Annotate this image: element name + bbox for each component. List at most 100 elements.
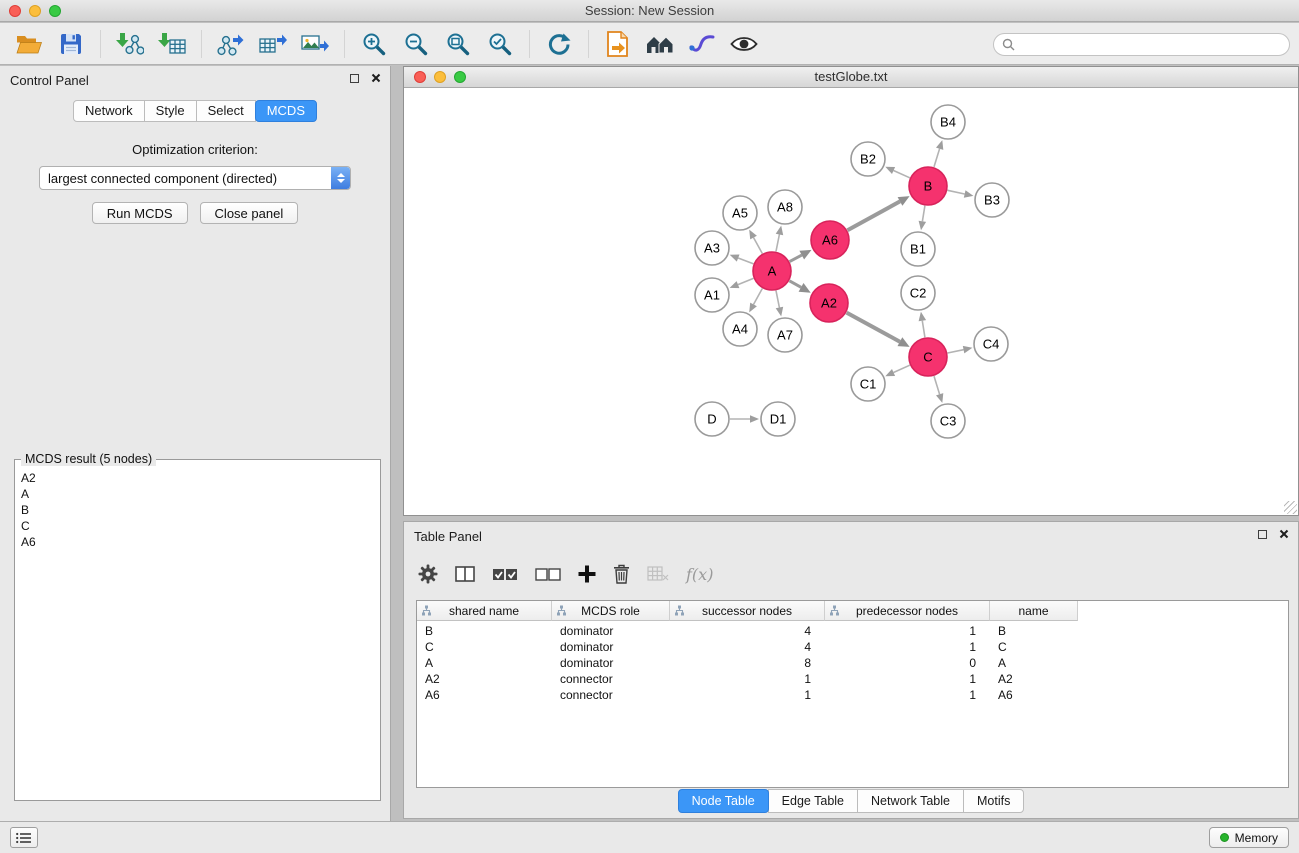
deselect-all-button[interactable] <box>535 568 561 581</box>
edge-A6-B[interactable] <box>848 196 910 230</box>
tab-network-table[interactable]: Network Table <box>857 789 964 813</box>
edge-C-C3[interactable] <box>934 376 943 403</box>
network-close-button[interactable] <box>414 71 426 83</box>
zoom-fit-button[interactable] <box>437 26 479 62</box>
edge-A-A3[interactable] <box>730 255 754 264</box>
node-B3[interactable]: B3 <box>975 183 1009 217</box>
refresh-button[interactable] <box>538 26 580 62</box>
control-panel-close-button[interactable] <box>371 73 381 83</box>
edge-C-C4[interactable] <box>948 346 973 354</box>
node-B4[interactable]: B4 <box>931 105 965 139</box>
select-all-button[interactable] <box>492 568 518 581</box>
function-builder-button[interactable]: f(x) <box>686 565 713 584</box>
table-panel-close-button[interactable] <box>1279 529 1289 539</box>
minimize-window-button[interactable] <box>29 5 41 17</box>
node-B[interactable]: B <box>909 167 947 205</box>
tab-node-table[interactable]: Node Table <box>678 789 769 813</box>
export-image-button[interactable] <box>294 26 336 62</box>
edge-B-B1[interactable] <box>919 206 927 230</box>
result-item[interactable]: A <box>21 486 374 502</box>
node-B2[interactable]: B2 <box>851 142 885 176</box>
tab-edge-table[interactable]: Edge Table <box>768 789 858 813</box>
add-column-button[interactable] <box>578 565 596 583</box>
table-row[interactable]: Bdominator41B <box>417 623 1288 639</box>
search-box[interactable] <box>993 33 1290 56</box>
result-item[interactable]: A2 <box>21 470 374 486</box>
edge-A-A5[interactable] <box>749 230 762 254</box>
edge-B-B2[interactable] <box>885 167 910 178</box>
column-header-predecessor-nodes[interactable]: predecessor nodes <box>825 601 990 621</box>
node-A5[interactable]: A5 <box>723 196 757 230</box>
table-settings-button[interactable] <box>418 564 438 584</box>
edge-A-A7[interactable] <box>776 291 784 317</box>
node-A2[interactable]: A2 <box>810 284 848 322</box>
node-A8[interactable]: A8 <box>768 190 802 224</box>
open-network-file-button[interactable] <box>597 26 639 62</box>
tab-network[interactable]: Network <box>73 100 145 122</box>
open-session-button[interactable] <box>8 26 50 62</box>
style-button[interactable] <box>681 26 723 62</box>
tab-select[interactable]: Select <box>196 100 256 122</box>
node-B1[interactable]: B1 <box>901 232 935 266</box>
tab-motifs[interactable]: Motifs <box>963 789 1024 813</box>
column-header-shared-name[interactable]: shared name <box>417 601 552 621</box>
import-table-button[interactable] <box>151 26 193 62</box>
edge-A-A2[interactable] <box>789 281 810 293</box>
node-C[interactable]: C <box>909 338 947 376</box>
home-button[interactable] <box>639 26 681 62</box>
tab-style[interactable]: Style <box>144 100 197 122</box>
result-item[interactable]: C <box>21 518 374 534</box>
node-C2[interactable]: C2 <box>901 276 935 310</box>
show-columns-button[interactable] <box>455 565 475 583</box>
network-minimize-button[interactable] <box>434 71 446 83</box>
delete-column-button[interactable] <box>613 564 630 584</box>
node-C4[interactable]: C4 <box>974 327 1008 361</box>
edge-B-B4[interactable] <box>934 140 943 167</box>
zoom-out-button[interactable] <box>395 26 437 62</box>
node-C1[interactable]: C1 <box>851 367 885 401</box>
network-zoom-button[interactable] <box>454 71 466 83</box>
table-row[interactable]: Adominator80A <box>417 655 1288 671</box>
column-header-MCDS-role[interactable]: MCDS role <box>552 601 670 621</box>
zoom-selected-button[interactable] <box>479 26 521 62</box>
search-input[interactable] <box>1020 37 1281 52</box>
show-hide-button[interactable] <box>723 26 765 62</box>
node-D1[interactable]: D1 <box>761 402 795 436</box>
result-item[interactable]: A6 <box>21 534 374 550</box>
node-A1[interactable]: A1 <box>695 278 729 312</box>
edge-C-C1[interactable] <box>885 365 910 376</box>
save-session-button[interactable] <box>50 26 92 62</box>
table-row[interactable]: A6connector11A6 <box>417 687 1288 703</box>
edge-A-A4[interactable] <box>749 289 762 313</box>
edge-D-D1[interactable] <box>730 415 759 423</box>
node-A7[interactable]: A7 <box>768 318 802 352</box>
network-canvas[interactable]: AA1A2A3A4A5A6A7A8BB1B2B3B4CC1C2C3C4DD1 <box>404 88 1298 514</box>
edge-A-A6[interactable] <box>790 250 812 262</box>
result-item[interactable]: B <box>21 502 374 518</box>
node-A4[interactable]: A4 <box>723 312 757 346</box>
run-mcds-button[interactable]: Run MCDS <box>92 202 188 224</box>
criterion-dropdown[interactable]: largest connected component (directed) <box>39 166 351 190</box>
edge-B-B3[interactable] <box>948 190 974 197</box>
column-header-successor-nodes[interactable]: successor nodes <box>670 601 825 621</box>
zoom-window-button[interactable] <box>49 5 61 17</box>
edge-A-A8[interactable] <box>776 226 784 252</box>
table-row[interactable]: Cdominator41C <box>417 639 1288 655</box>
column-header-name[interactable]: name <box>990 601 1078 621</box>
table-row[interactable]: A2connector11A2 <box>417 671 1288 687</box>
close-panel-button[interactable]: Close panel <box>200 202 299 224</box>
zoom-in-button[interactable] <box>353 26 395 62</box>
control-panel-float-button[interactable] <box>350 74 359 83</box>
node-A3[interactable]: A3 <box>695 231 729 265</box>
export-network-button[interactable] <box>210 26 252 62</box>
node-A[interactable]: A <box>753 252 791 290</box>
delete-table-button[interactable] <box>647 566 669 582</box>
edge-C-C2[interactable] <box>919 312 927 337</box>
resize-grip[interactable] <box>1284 501 1297 514</box>
task-history-button[interactable] <box>10 827 38 848</box>
node-A6[interactable]: A6 <box>811 221 849 259</box>
node-C3[interactable]: C3 <box>931 404 965 438</box>
table-panel-float-button[interactable] <box>1258 530 1267 539</box>
tab-mcds[interactable]: MCDS <box>255 100 317 122</box>
edge-A-A1[interactable] <box>730 278 754 288</box>
